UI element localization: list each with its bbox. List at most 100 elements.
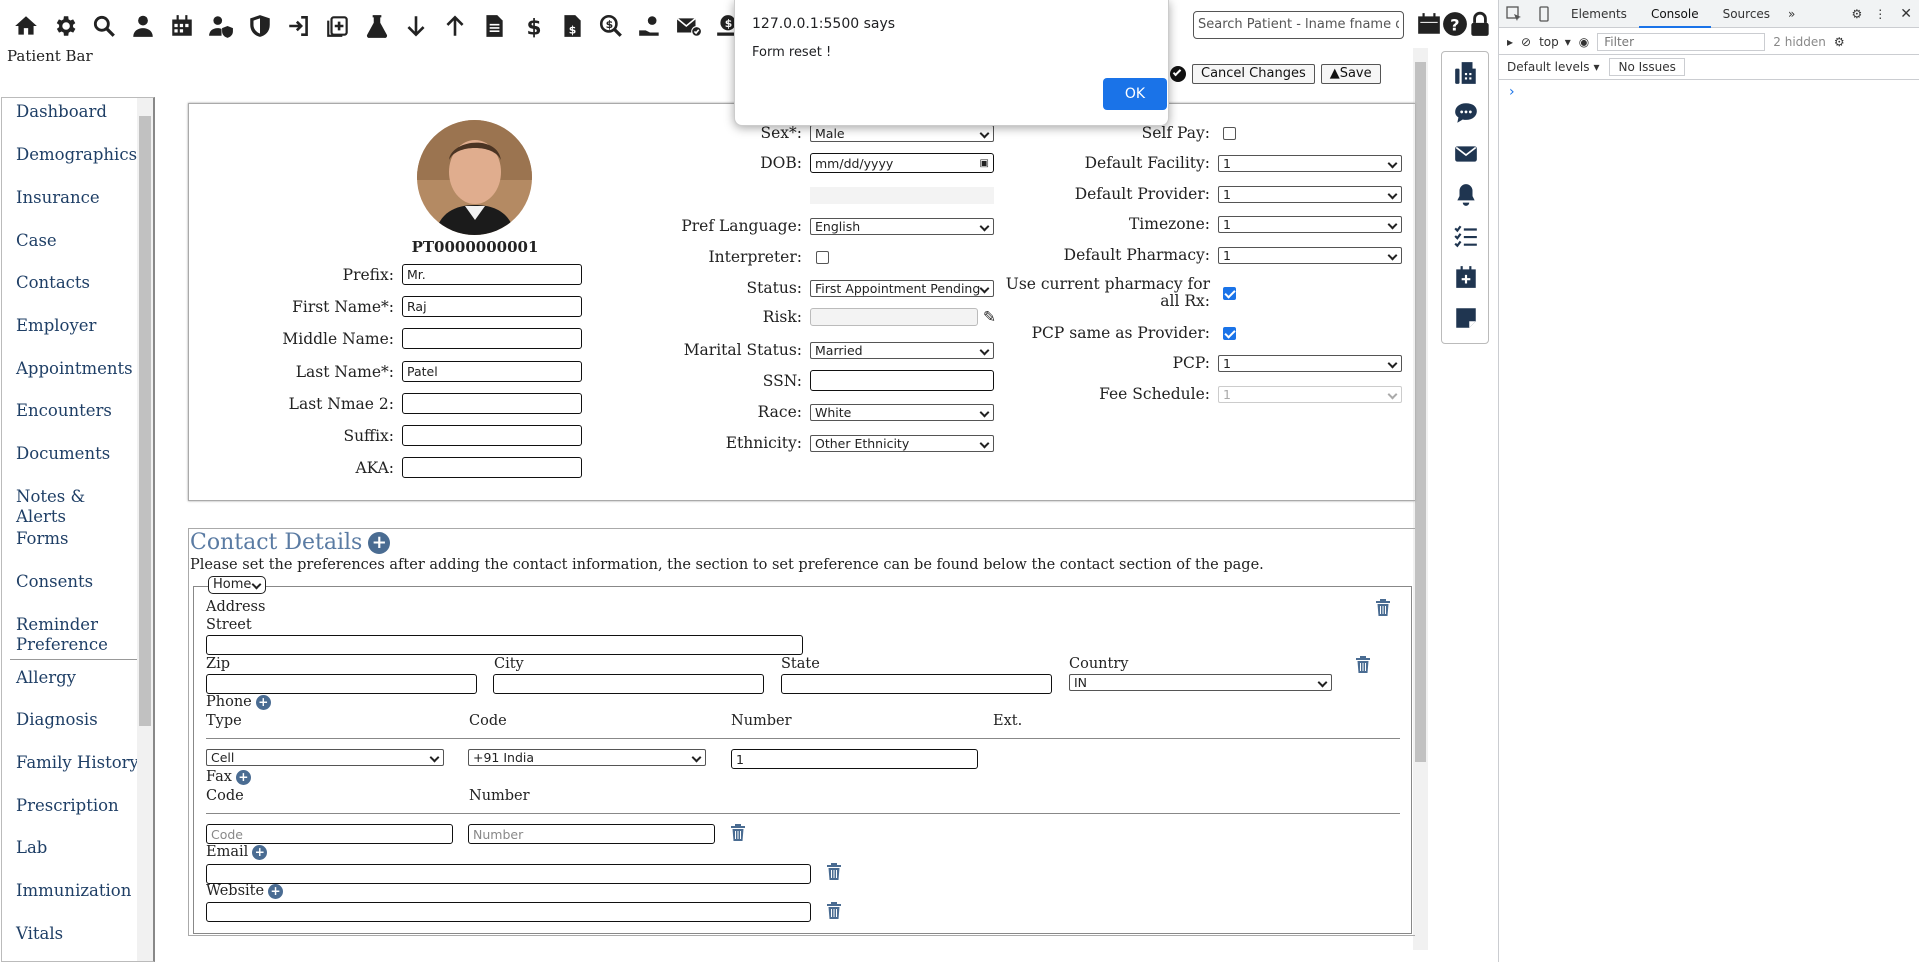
sidebar-item-insurance[interactable]: Insurance <box>2 188 153 231</box>
add-fax-icon[interactable]: + <box>235 769 251 785</box>
settings-gear-icon[interactable]: ⚙ <box>1846 7 1869 21</box>
user-icon[interactable] <box>125 8 160 44</box>
website-input[interactable] <box>206 902 811 922</box>
console-prompt-chevron-icon[interactable]: › <box>1509 84 1515 100</box>
phone-number-input[interactable]: 1 <box>731 749 978 769</box>
add-contact-icon[interactable]: + <box>368 531 391 554</box>
add-website-icon[interactable]: + <box>268 883 284 899</box>
tab-console[interactable]: Console <box>1638 0 1711 28</box>
main-scrollbar[interactable] <box>1413 48 1428 950</box>
interpreter-checkbox[interactable] <box>816 250 829 264</box>
bell-icon[interactable] <box>1453 182 1479 208</box>
first-name-input[interactable]: Raj <box>402 296 582 317</box>
default-facility-select[interactable]: 1 <box>1218 154 1402 172</box>
sex-select[interactable]: Male <box>810 124 994 142</box>
user-shield-icon[interactable] <box>203 8 238 44</box>
mail-icon[interactable] <box>1453 141 1479 167</box>
alert-ok-button[interactable]: OK <box>1103 78 1167 110</box>
sidebar-item-dashboard[interactable]: Dashboard <box>2 102 153 145</box>
calendar-grid-icon[interactable] <box>1416 11 1442 37</box>
live-expression-eye-icon[interactable]: ◉ <box>1579 35 1589 49</box>
search-dollar-icon[interactable]: $ <box>593 8 628 44</box>
check-circle-icon[interactable] <box>1170 66 1186 82</box>
calendar-icon[interactable] <box>164 8 199 44</box>
file-text-icon[interactable] <box>476 8 511 44</box>
state-input[interactable] <box>781 674 1052 694</box>
calendar-plus-icon[interactable] <box>1453 264 1479 290</box>
sidebar-item-forms[interactable]: Forms <box>2 529 153 572</box>
phone-type-select[interactable]: Cell <box>206 749 444 766</box>
add-phone-icon[interactable]: + <box>255 694 271 710</box>
trash-icon[interactable] <box>730 823 746 841</box>
flask-icon[interactable] <box>359 8 394 44</box>
sign-in-icon[interactable] <box>281 8 316 44</box>
kebab-menu-icon[interactable]: ⋮ <box>1868 7 1892 21</box>
sidebar-item-notes-alerts[interactable]: Notes & Alerts <box>2 487 153 529</box>
sidebar-scrollbar[interactable] <box>137 98 153 961</box>
trash-icon[interactable] <box>826 862 842 880</box>
main-scroll-thumb[interactable] <box>1415 62 1426 762</box>
console-settings-icon[interactable]: ⚙ <box>1834 35 1845 49</box>
close-icon[interactable]: ✕ <box>1892 6 1919 22</box>
timezone-select[interactable]: 1 <box>1218 215 1402 233</box>
arrow-down-icon[interactable] <box>398 8 433 44</box>
sidebar-item-immunization[interactable]: Immunization <box>2 881 153 924</box>
city-input[interactable] <box>493 674 764 694</box>
chat-icon[interactable] <box>1453 100 1479 126</box>
dob-input[interactable]: mm/dd/yyyy <box>815 156 893 171</box>
more-tabs-icon[interactable]: » <box>1782 7 1801 21</box>
pcp-select[interactable]: 1 <box>1218 354 1402 372</box>
inspect-element-icon[interactable] <box>1499 5 1529 22</box>
lock-icon[interactable] <box>1467 11 1493 37</box>
pencil-icon[interactable]: ✎ <box>983 308 996 326</box>
status-select[interactable]: First Appointment Pending <box>810 279 994 297</box>
calendar-picker-icon[interactable]: ▣ <box>980 158 989 169</box>
tab-sources[interactable]: Sources <box>1711 0 1782 28</box>
fax-number-input[interactable]: Number <box>468 824 715 844</box>
race-select[interactable]: White <box>810 403 994 421</box>
default-levels-select[interactable]: Default levels ▾ <box>1507 60 1599 74</box>
street-input[interactable] <box>206 635 803 655</box>
sidebar-item-reminder-preference[interactable]: Reminder Preference <box>2 615 132 657</box>
language-select[interactable]: English <box>810 217 994 235</box>
tab-elements[interactable]: Elements <box>1559 0 1639 28</box>
last-name-2-input[interactable] <box>402 393 582 414</box>
help-icon[interactable]: ? <box>1442 11 1468 37</box>
ssn-input[interactable] <box>810 370 994 391</box>
default-pharmacy-select[interactable]: 1 <box>1218 246 1402 264</box>
ethnicity-select[interactable]: Other Ethnicity <box>810 434 994 452</box>
patient-search-input[interactable]: Search Patient - lname fname dob <box>1193 11 1404 39</box>
sidebar-item-consents[interactable]: Consents <box>2 572 153 615</box>
sidebar-toggle-icon[interactable]: ▸ <box>1507 35 1513 49</box>
dollar-icon[interactable]: $ <box>515 8 550 44</box>
zip-input[interactable] <box>206 674 477 694</box>
default-provider-select[interactable]: 1 <box>1218 185 1402 203</box>
sidebar-item-case[interactable]: Case <box>2 231 153 273</box>
pcp-same-checkbox[interactable] <box>1223 326 1236 340</box>
home-icon[interactable] <box>8 8 43 44</box>
patient-bar-label[interactable]: Patient Bar <box>7 47 93 65</box>
sidebar-item-demographics[interactable]: Demographics <box>2 145 153 188</box>
middle-name-input[interactable] <box>402 328 582 349</box>
sidebar-item-prescription[interactable]: Prescription <box>2 796 153 838</box>
sidebar-item-lab[interactable]: Lab <box>2 838 153 881</box>
add-email-icon[interactable]: + <box>252 844 268 860</box>
search-icon[interactable] <box>86 8 121 44</box>
issues-button[interactable]: No Issues <box>1609 58 1685 76</box>
mail-check-icon[interactable] <box>671 8 706 44</box>
phone-code-select[interactable]: +91 India <box>468 749 706 766</box>
sidebar-item-family-history[interactable]: Family History <box>2 753 153 796</box>
fax-machine-icon[interactable] <box>1453 60 1479 86</box>
shield-icon[interactable] <box>242 8 277 44</box>
hand-coin-icon[interactable] <box>632 8 667 44</box>
prefix-input[interactable]: Mr. <box>402 264 582 285</box>
sidebar-item-documents[interactable]: Documents <box>2 444 153 487</box>
arrow-up-icon[interactable] <box>437 8 472 44</box>
invoice-icon[interactable]: $ <box>554 8 589 44</box>
sidebar-item-vitals[interactable]: Vitals <box>2 924 153 961</box>
self-pay-checkbox[interactable] <box>1223 126 1236 140</box>
fax-code-input[interactable]: Code <box>206 824 453 844</box>
sidebar-item-employer[interactable]: Employer <box>2 316 153 359</box>
contact-type-select[interactable]: Home <box>208 576 266 594</box>
sidebar-item-allergy[interactable]: Allergy <box>2 668 153 710</box>
